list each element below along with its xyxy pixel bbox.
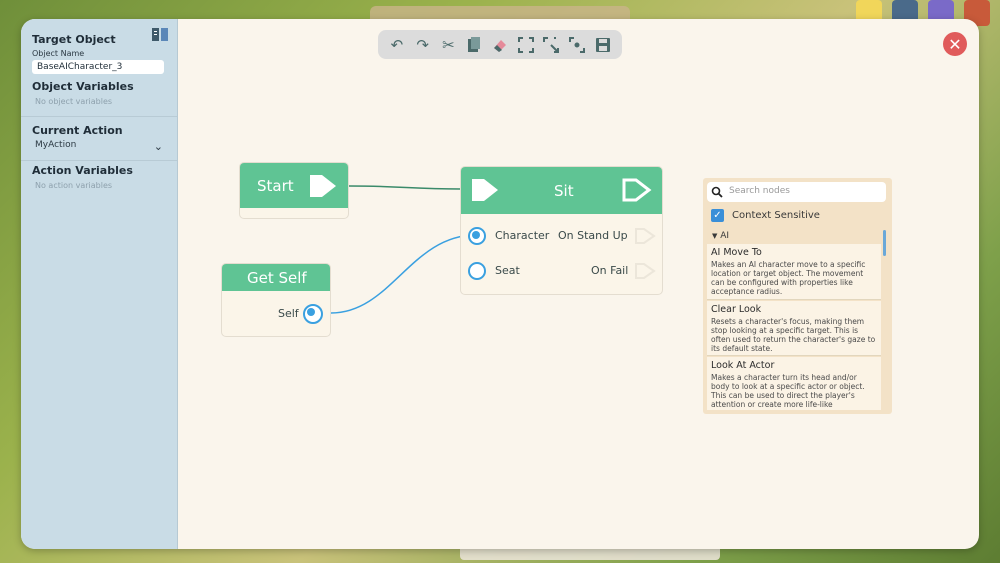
node-search-panel: Search nodes ✓ Context Sensitive ▼ AI AI…: [703, 178, 892, 414]
caret-down-icon: ▼: [712, 232, 718, 240]
self-output-port[interactable]: [303, 304, 323, 324]
list-item-description: Makes a character turn its head and/or b…: [711, 373, 865, 409]
list-item[interactable]: AI Move To Makes an AI character move to…: [707, 244, 881, 300]
list-item-description: Resets a character's focus, making them …: [711, 317, 876, 353]
list-item-title: Clear Look: [711, 304, 762, 315]
exec-out-arrow-icon[interactable]: [308, 171, 338, 201]
self-output-label: Self: [278, 307, 299, 320]
sit-node[interactable]: Sit Character Seat On Stand Up On Fail: [460, 166, 663, 295]
search-input[interactable]: Search nodes: [707, 182, 886, 202]
seat-input-label: Seat: [495, 264, 520, 277]
list-item-title: AI Move To: [711, 247, 762, 258]
search-placeholder: Search nodes: [729, 186, 790, 196]
on-stand-up-label: On Stand Up: [558, 229, 628, 242]
get-self-node[interactable]: Get Self Self: [221, 263, 331, 337]
list-item-description: Makes an AI character move to a specific…: [711, 260, 866, 296]
category-ai[interactable]: ▼ AI: [712, 231, 729, 241]
scrollbar[interactable]: [883, 230, 886, 256]
node-list: AI Move To Makes an AI character move to…: [707, 244, 881, 410]
exec-in-arrow-icon[interactable]: [470, 175, 500, 205]
start-node[interactable]: Start: [239, 162, 349, 219]
context-sensitive-label: Context Sensitive: [732, 210, 820, 221]
exec-out-arrow-icon[interactable]: [621, 175, 653, 205]
sit-node-title: Sit: [554, 182, 574, 200]
data-wire: [330, 234, 477, 314]
exec-wire: [348, 185, 462, 190]
list-item[interactable]: Clear Look Resets a character's focus, m…: [707, 301, 881, 356]
on-stand-up-exec-icon[interactable]: [634, 225, 656, 247]
get-self-node-title: Get Self: [247, 269, 307, 287]
list-item-title: Look At Actor: [711, 360, 775, 371]
character-input-label: Character: [495, 229, 550, 242]
character-input-port[interactable]: [468, 227, 486, 245]
node-editor-window: Target Object Object Name BaseAICharacte…: [21, 19, 979, 549]
seat-input-port[interactable]: [468, 262, 486, 280]
on-fail-label: On Fail: [591, 264, 629, 277]
start-node-title: Start: [257, 177, 294, 195]
list-item[interactable]: Look At Actor Makes a character turn its…: [707, 357, 881, 410]
on-fail-exec-icon[interactable]: [634, 260, 656, 282]
search-icon: [711, 186, 723, 198]
context-sensitive-checkbox[interactable]: ✓: [711, 209, 724, 222]
category-label: AI: [720, 231, 730, 241]
